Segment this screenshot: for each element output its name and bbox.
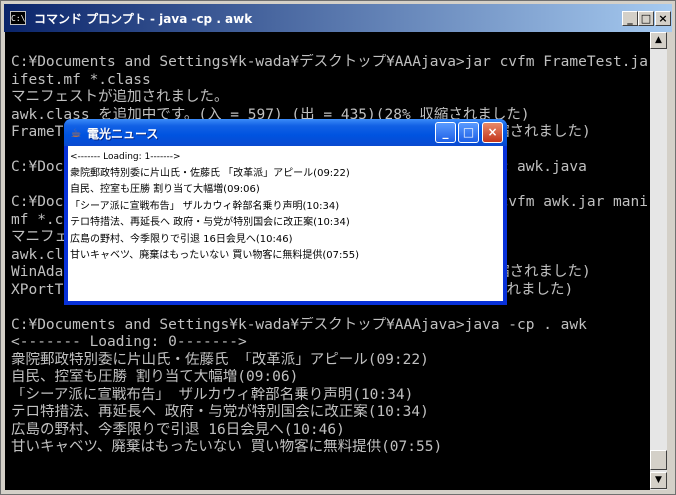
console-line: ifest.mf *.class (11, 71, 151, 88)
console-line: テロ特措法、再延長へ 政府・与党が特別国会に改正案(10:34) (11, 404, 429, 420)
news-close-button[interactable]: × (482, 122, 503, 143)
console-line: 自民、控室も圧勝 割り当て大幅増(09:06) (11, 369, 299, 385)
console-line: C:¥Documents and Settings¥k-wada¥デスクトップ¥… (11, 54, 647, 70)
loading-status: <------- Loading: 1-------> (70, 152, 181, 162)
console-title: コマンド プロンプト - java -cp . awk (34, 12, 253, 26)
news-window: ☕ 電光ニュース _ □ × <------- Loading: 1------… (64, 119, 507, 305)
news-headline: 広島の野村、今季限りで引退 16日会見へ(10:46) (70, 233, 293, 245)
scrollbar-thumb[interactable] (650, 450, 667, 470)
news-list: <------- Loading: 1-------> 衆院郵政特別委に片山氏・… (70, 149, 500, 265)
console-line: マニフェストが追加されました。 (11, 89, 229, 105)
console-minimize-button[interactable]: _ (622, 11, 638, 26)
scroll-down-arrow-icon[interactable]: ▼ (650, 472, 667, 489)
java-cup-icon[interactable]: ☕ (69, 125, 83, 141)
news-headline: 自民、控室も圧勝 割り当て大幅増(09:06) (70, 184, 260, 195)
console-line: 衆院郵政特別委に片山氏・佐藤氏 「改革派」アピール(09:22) (11, 351, 429, 368)
news-maximize-button[interactable]: □ (458, 122, 479, 143)
news-headline: 「シーア派に宣戦布告」 ザルカウィ幹部名乗り声明(10:34) (70, 200, 340, 212)
console-line: C:¥Documents and Settings¥k-wada¥デスクトップ¥… (11, 316, 587, 333)
console-line: 「シーア派に宣戦布告」 ザルカウィ幹部名乗り声明(10:34) (11, 386, 414, 403)
command-prompt-icon[interactable]: C:\ (10, 11, 26, 25)
news-window-title: 電光ニュース (87, 127, 159, 141)
console-line: 甘いキャベツ、廃棄はもったいない 買い物客に無料提供(07:55) (11, 439, 443, 455)
news-minimize-button[interactable]: _ (435, 122, 456, 143)
news-headline: 甘いキャベツ、廃棄はもったいない 買い物客に無料提供(07:55) (70, 250, 359, 261)
console-titlebar[interactable]: C:\ コマンド プロンプト - java -cp . awk _ □ × (4, 4, 672, 32)
console-scrollbar[interactable]: ▲ ▼ (650, 32, 667, 490)
news-content: <------- Loading: 1-------> 衆院郵政特別委に片山氏・… (68, 146, 503, 301)
news-titlebar[interactable]: ☕ 電光ニュース _ □ × (64, 119, 507, 146)
console-line: 広島の野村、今季限りで引退 16日会見へ(10:46) (11, 421, 345, 438)
news-headline: 衆院郵政特別委に片山氏・佐藤氏 「改革派」アピール(09:22) (70, 167, 350, 179)
news-headline: テロ特措法、再延長へ 政府・与党が特別国会に改正案(10:34) (70, 217, 350, 228)
console-maximize-button[interactable]: □ (638, 11, 654, 26)
console-close-button[interactable]: × (655, 11, 671, 26)
console-line: <------- Loading: 0-------> (11, 334, 247, 350)
scroll-up-arrow-icon[interactable]: ▲ (650, 32, 667, 49)
